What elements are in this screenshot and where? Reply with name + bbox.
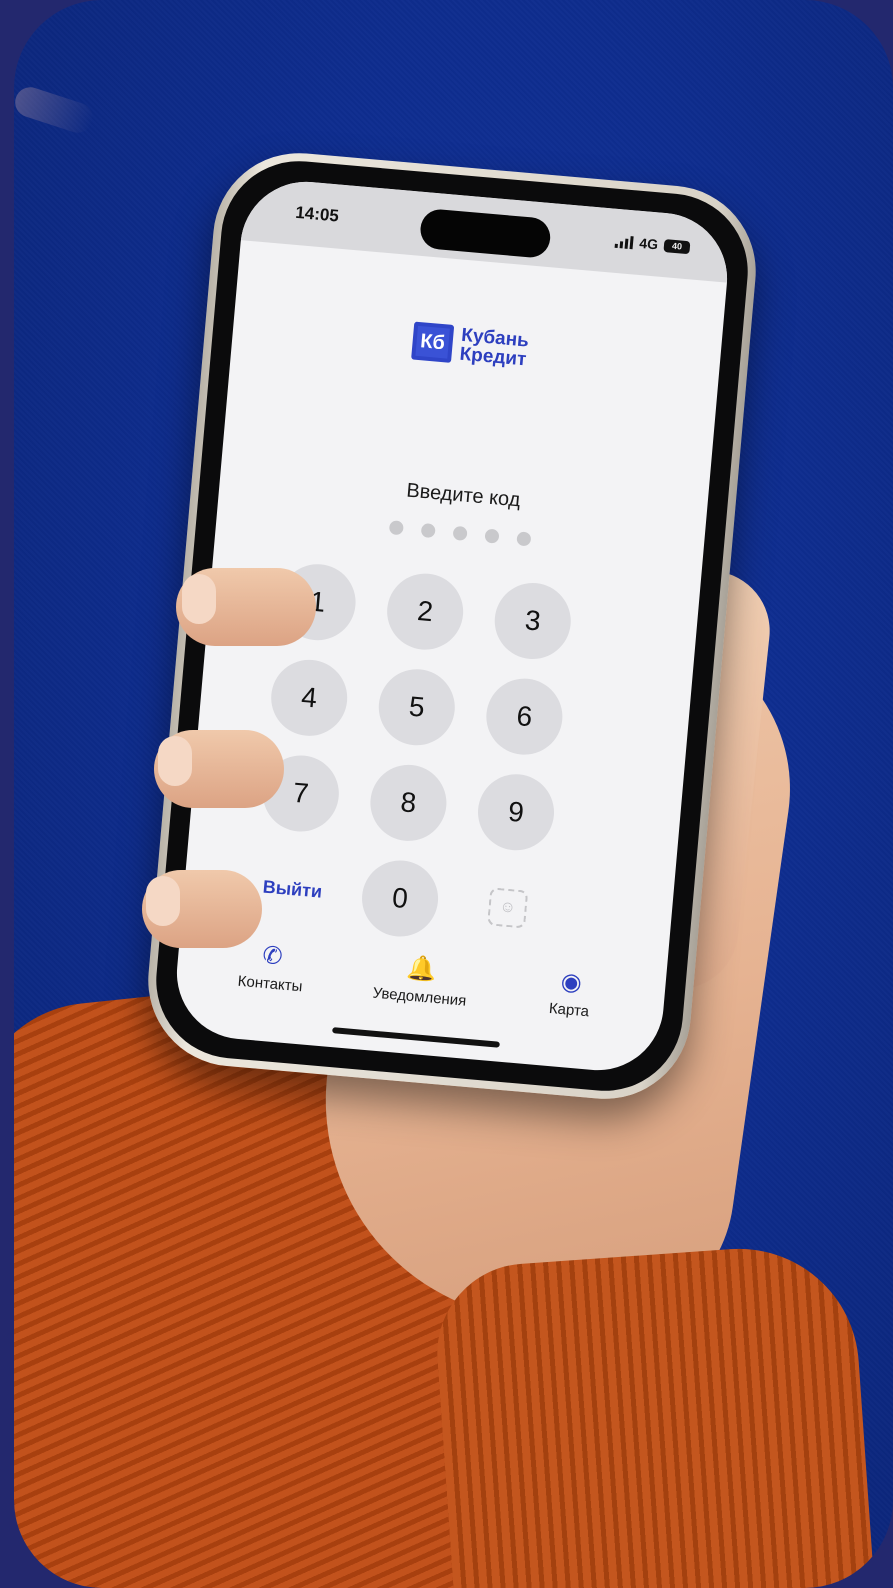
pin-dot xyxy=(420,522,436,539)
key-9[interactable]: 9 xyxy=(474,771,558,854)
dynamic-island xyxy=(418,207,552,260)
fingernail xyxy=(158,736,192,786)
face-id-button[interactable]: ☺ xyxy=(466,867,548,949)
logo-mark-text: Кб xyxy=(419,329,446,354)
network-type: 4G xyxy=(638,234,659,253)
logo-line-2: Кредит xyxy=(458,343,528,371)
status-bar: 14:05 4G 40 xyxy=(240,176,733,283)
battery-icon: 40 xyxy=(663,238,691,254)
tab-map[interactable]: ◉ Карта xyxy=(498,962,642,1025)
phone-icon: ✆ xyxy=(261,941,284,971)
key-8[interactable]: 8 xyxy=(367,761,450,845)
key-5[interactable]: 5 xyxy=(375,666,458,749)
tab-notifications-label: Уведомления xyxy=(372,984,467,1010)
bell-icon: 🔔 xyxy=(405,954,439,984)
key-4[interactable]: 4 xyxy=(268,656,351,739)
pin-dot xyxy=(516,531,532,547)
bank-logo: Кб Кубань Кредит xyxy=(411,321,530,371)
map-pin-icon: ◉ xyxy=(559,967,584,997)
tab-map-label: Карта xyxy=(548,999,590,1021)
fingernail xyxy=(146,876,180,926)
key-3[interactable]: 3 xyxy=(491,579,574,663)
tab-contacts-label: Контакты xyxy=(237,972,304,996)
key-2[interactable]: 2 xyxy=(383,570,467,653)
fingernail xyxy=(182,574,216,624)
logo-wordmark: Кубань Кредит xyxy=(458,325,530,371)
sleeve-cuff xyxy=(431,1240,877,1588)
battery-level: 40 xyxy=(671,240,683,252)
photo-background: 14:05 4G 40 Кб Кубань Кредит Введите код… xyxy=(14,0,893,1588)
status-indicators: 4G 40 xyxy=(614,233,691,255)
pin-dot xyxy=(452,525,468,541)
key-6[interactable]: 6 xyxy=(483,675,566,758)
face-id-icon: ☺ xyxy=(487,887,529,929)
tab-notifications[interactable]: 🔔 Уведомления xyxy=(349,949,493,1012)
exit-button[interactable]: Выйти xyxy=(251,848,333,930)
pin-dot xyxy=(388,520,404,536)
status-time: 14:05 xyxy=(294,202,340,226)
key-0[interactable]: 0 xyxy=(358,857,442,940)
home-indicator xyxy=(332,1027,500,1048)
pin-dot xyxy=(484,528,500,544)
logo-mark-icon: Кб xyxy=(411,321,455,363)
signal-icon xyxy=(614,234,635,249)
